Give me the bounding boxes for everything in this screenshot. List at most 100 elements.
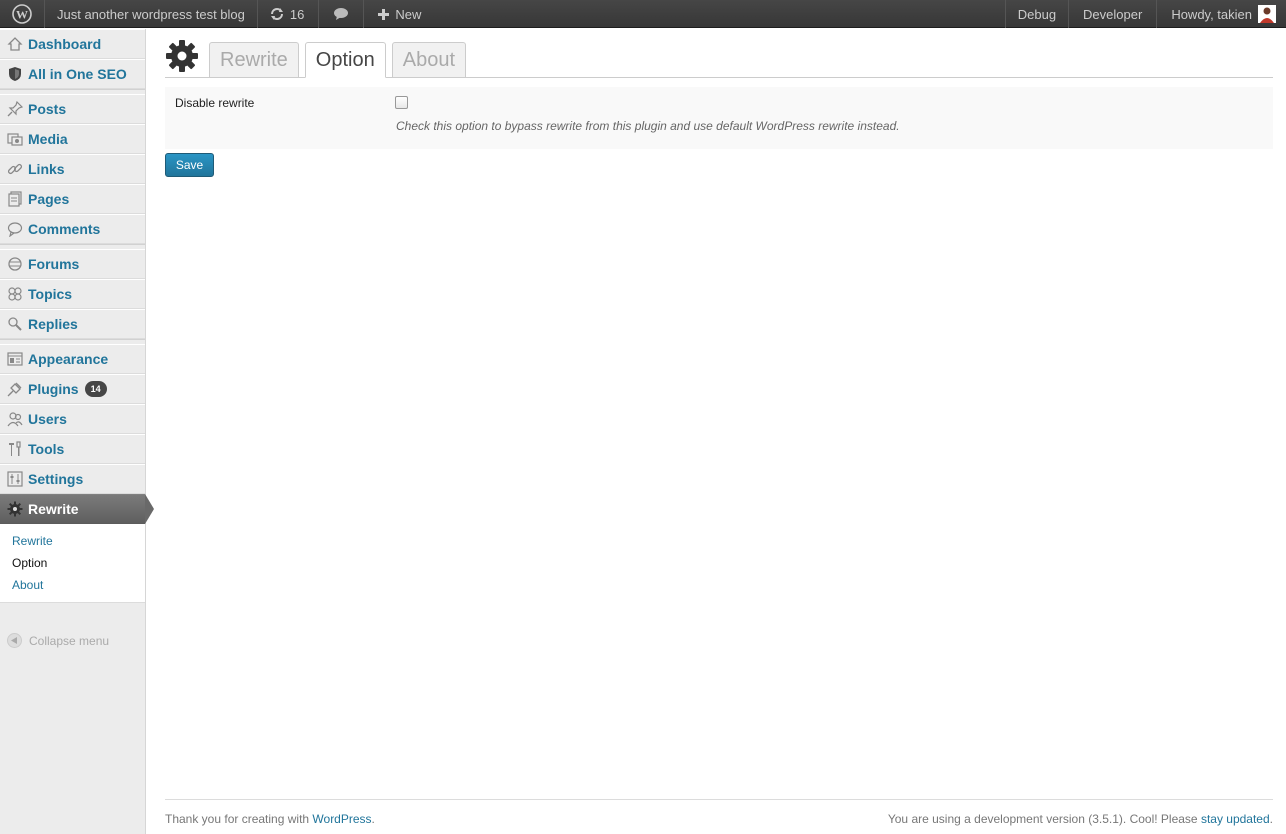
- plugin-icon: [6, 380, 24, 398]
- sidebar-item-label: Rewrite: [28, 501, 79, 517]
- comment-bubble-icon: [334, 8, 349, 20]
- sidebar-item-forums[interactable]: Forums: [0, 249, 145, 279]
- link-icon: [6, 160, 24, 178]
- footer-version-text: You are using a development version (3.5…: [887, 812, 1201, 826]
- site-name-label: Just another wordpress test blog: [57, 6, 245, 22]
- plugins-update-badge: 14: [84, 381, 107, 397]
- gear-icon: [166, 40, 198, 72]
- sidebar-item-appearance[interactable]: Appearance: [0, 344, 145, 374]
- sidebar-item-label: Settings: [28, 471, 84, 487]
- sidebar-item-dashboard[interactable]: Dashboard: [0, 29, 145, 59]
- media-icon: [6, 130, 24, 148]
- sidebar-item-label: All in One SEO: [28, 66, 127, 82]
- sidebar-item-users[interactable]: Users: [0, 404, 145, 434]
- sidebar-item-media[interactable]: Media: [0, 124, 145, 154]
- debug-label: Debug: [1017, 6, 1057, 22]
- seo-shield-icon: [6, 65, 24, 83]
- footer-thankyou-end: .: [371, 812, 375, 826]
- updates-button[interactable]: 16: [258, 0, 320, 28]
- account-menu[interactable]: Howdy, takien: [1156, 0, 1286, 28]
- debug-button[interactable]: Debug: [1004, 0, 1068, 28]
- disable-rewrite-checkbox[interactable]: [395, 96, 408, 109]
- dashboard-icon: [6, 35, 24, 53]
- appearance-icon: [6, 350, 24, 368]
- refresh-icon: [270, 8, 283, 20]
- footer-version: You are using a development version (3.5…: [888, 812, 1273, 826]
- new-label: New: [395, 6, 422, 22]
- svg-text:W: W: [16, 8, 28, 22]
- save-button[interactable]: Save: [165, 153, 214, 177]
- admin-bar: W Just another wordpress test blog 16 Ne…: [0, 0, 1286, 28]
- howdy-label: Howdy, takien: [1171, 6, 1252, 22]
- sidebar-item-settings[interactable]: Settings: [0, 464, 145, 494]
- sidebar-item-label: Pages: [28, 191, 70, 207]
- settings-icon: [6, 470, 24, 488]
- sidebar-item-label: Dashboard: [28, 36, 102, 52]
- sidebar-item-topics[interactable]: Topics: [0, 279, 145, 309]
- sidebar-item-links[interactable]: Links: [0, 154, 145, 184]
- footer-thankyou-text: Thank you for creating with: [165, 812, 313, 826]
- sidebar-item-label: Forums: [28, 256, 80, 272]
- sidebar-item-label: Replies: [28, 316, 78, 332]
- collapse-menu-button[interactable]: Collapse menu: [0, 633, 145, 648]
- sidebar-item-pages[interactable]: Pages: [0, 184, 145, 214]
- sidebar-item-label: Links: [28, 161, 65, 177]
- comment-icon: [6, 220, 24, 238]
- nav-tab-wrapper: Rewrite Option About: [165, 39, 1273, 78]
- tab-label: About: [402, 48, 455, 71]
- disable-rewrite-label: Disable rewrite: [175, 96, 255, 110]
- submenu-item-about[interactable]: About: [0, 574, 145, 596]
- sidebar-item-label: Appearance: [28, 351, 109, 367]
- wordpress-link[interactable]: WordPress: [312, 812, 371, 826]
- admin-footer: Thank you for creating with WordPress. Y…: [165, 799, 1273, 826]
- collapse-menu-label: Collapse menu: [29, 633, 110, 648]
- sidebar-item-label: Plugins: [28, 381, 79, 397]
- plus-icon: [378, 8, 390, 20]
- sidebar-item-plugins[interactable]: Plugins 14: [0, 374, 145, 404]
- tab-option[interactable]: Option: [304, 42, 386, 78]
- options-form-table: Disable rewrite Check this option to byp…: [165, 87, 1273, 149]
- forum-icon: [6, 255, 24, 273]
- submenu-item-rewrite[interactable]: Rewrite: [0, 530, 145, 552]
- pin-icon: [6, 100, 24, 118]
- replies-icon: [6, 315, 24, 333]
- submenu-item-option[interactable]: Option: [0, 552, 145, 574]
- sidebar-item-all-in-one-seo[interactable]: All in One SEO: [0, 59, 145, 89]
- developer-label: Developer: [1083, 6, 1143, 22]
- comments-button[interactable]: [319, 0, 365, 28]
- tools-icon: [6, 440, 24, 458]
- topics-icon: [6, 285, 24, 303]
- tab-label: Option: [315, 48, 375, 71]
- wordpress-logo-icon: W: [12, 4, 32, 24]
- sidebar-item-tools[interactable]: Tools: [0, 434, 145, 464]
- sidebar-item-label: Posts: [28, 101, 67, 117]
- tab-about[interactable]: About: [391, 42, 466, 77]
- sidebar-item-replies[interactable]: Replies: [0, 309, 145, 339]
- tab-label: Rewrite: [220, 48, 288, 71]
- stay-updated-link[interactable]: stay updated: [1201, 812, 1270, 826]
- site-name-link[interactable]: Just another wordpress test blog: [45, 0, 258, 28]
- sidebar-item-label: Topics: [28, 286, 73, 302]
- sidebar-item-posts[interactable]: Posts: [0, 94, 145, 124]
- gear-icon: [6, 500, 24, 518]
- main-content: Rewrite Option About Disable rewrite Che…: [146, 29, 1286, 834]
- admin-sidebar: Dashboard All in One SEO Posts Media Lin…: [0, 29, 154, 834]
- sidebar-item-rewrite[interactable]: Rewrite: [0, 494, 154, 524]
- rewrite-submenu: Rewrite Option About: [0, 524, 145, 603]
- developer-button[interactable]: Developer: [1068, 0, 1156, 28]
- users-icon: [6, 410, 24, 428]
- new-content-button[interactable]: New: [364, 0, 435, 28]
- sidebar-item-comments[interactable]: Comments: [0, 214, 145, 244]
- pages-icon: [6, 190, 24, 208]
- sidebar-item-label: Comments: [28, 221, 101, 237]
- wordpress-logo-button[interactable]: W: [0, 0, 45, 28]
- footer-version-end: .: [1269, 812, 1273, 826]
- tab-rewrite[interactable]: Rewrite: [209, 42, 299, 77]
- collapse-arrow-icon: [7, 633, 22, 648]
- sidebar-item-label: Users: [28, 411, 67, 427]
- sidebar-item-label: Tools: [28, 441, 65, 457]
- footer-thankyou: Thank you for creating with WordPress.: [165, 812, 375, 826]
- updates-count: 16: [289, 6, 305, 22]
- avatar: [1258, 5, 1276, 23]
- disable-rewrite-description: Check this option to bypass rewrite from…: [396, 119, 900, 133]
